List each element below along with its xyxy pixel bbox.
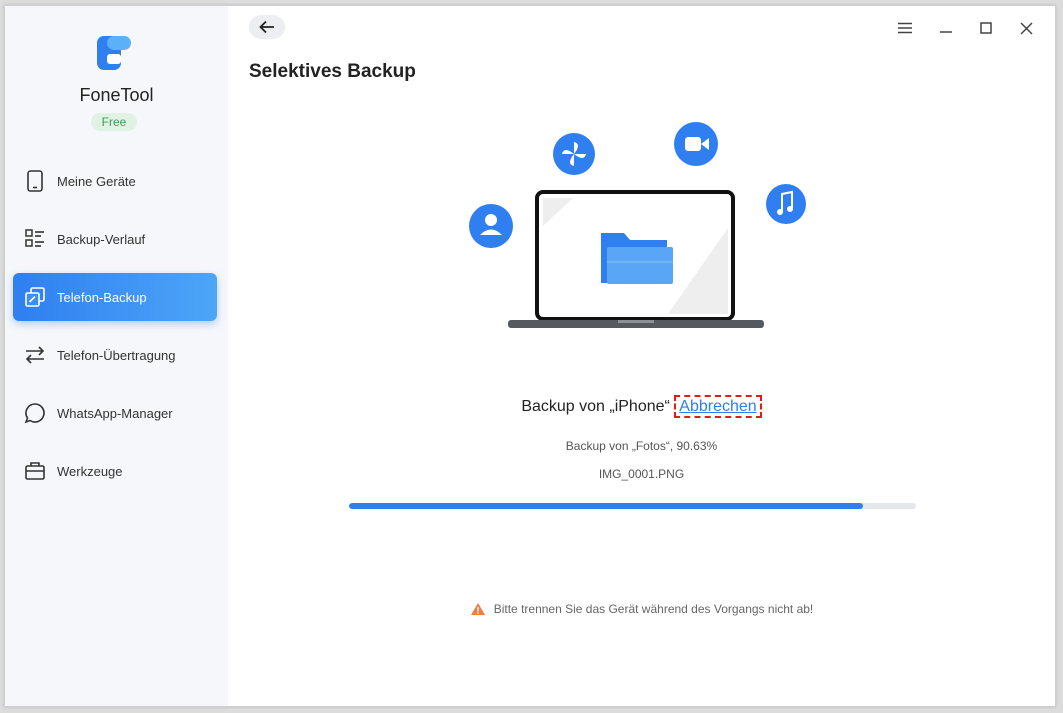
transfer-arrows-icon [23,343,47,367]
backup-sub-status: Backup von „Fotos“, 90.63% [565,439,718,453]
sidebar-item-label: Meine Geräte [57,173,136,189]
close-button[interactable] [1014,16,1038,40]
backup-status-text: Backup von „iPhone“ [521,398,670,415]
pinwheel-icon [553,133,595,175]
chat-bubble-icon [23,401,47,425]
phone-icon [23,169,47,193]
backup-illustration [469,122,806,328]
warning-triangle-icon [470,603,485,615]
maximize-icon [980,22,992,34]
sidebar-item-phone-transfer[interactable]: Telefon-Übertragung [13,331,217,379]
minimize-icon [940,31,952,33]
current-file-name: IMG_0001.PNG [598,467,685,481]
hamburger-menu-icon [898,22,912,34]
sidebar-item-label: Telefon-Backup [57,289,147,305]
app-name: FoneTool [79,85,154,105]
sidebar-item-label: Werkzeuge [57,463,123,479]
minimize-button[interactable] [934,16,958,40]
sidebar-item-backup-history[interactable]: Backup-Verlauf [13,215,217,263]
sidebar-item-my-devices[interactable]: Meine Geräte [13,157,217,205]
main-content: Selektives Backup Backup von „iPhone“ Ab… [228,6,1055,706]
contact-icon [469,204,513,248]
disconnect-warning: Bitte trennen Sie das Gerät während des … [228,602,1055,616]
sidebar-item-label: Telefon-Übertragung [57,347,176,363]
fonetool-logo-icon [97,36,131,70]
backup-copy-icon [23,285,47,309]
toolbox-icon [23,459,47,483]
sidebar-item-whatsapp-manager[interactable]: WhatsApp-Manager [13,389,217,437]
sidebar-item-label: Backup-Verlauf [57,231,146,247]
menu-button[interactable] [893,16,917,40]
folder-icon [601,233,673,284]
back-button[interactable] [249,15,285,39]
video-camera-icon [674,122,718,166]
warning-text: Bitte trennen Sie das Gerät während des … [493,602,814,616]
sidebar: FoneTool Free Meine Geräte Backup-Verlau… [5,6,228,706]
close-icon [1019,21,1033,35]
arrow-left-icon [259,20,274,34]
sidebar-item-tools[interactable]: Werkzeuge [13,447,217,495]
backup-progress-fill [349,503,863,509]
page-title: Selektives Backup [249,61,416,82]
sidebar-item-label: WhatsApp-Manager [57,405,173,421]
sidebar-item-phone-backup[interactable]: Telefon-Backup [13,273,217,321]
plan-badge: Free [91,113,137,131]
backup-progress-bar [349,503,916,509]
app-window: FoneTool Free Meine Geräte Backup-Verlau… [4,5,1056,707]
list-icon [23,227,47,251]
backup-status-line: Backup von „iPhone“ Abbrechen [228,395,1055,418]
maximize-button[interactable] [974,16,998,40]
cancel-link[interactable]: Abbrechen [674,395,762,418]
music-note-icon [766,184,806,224]
